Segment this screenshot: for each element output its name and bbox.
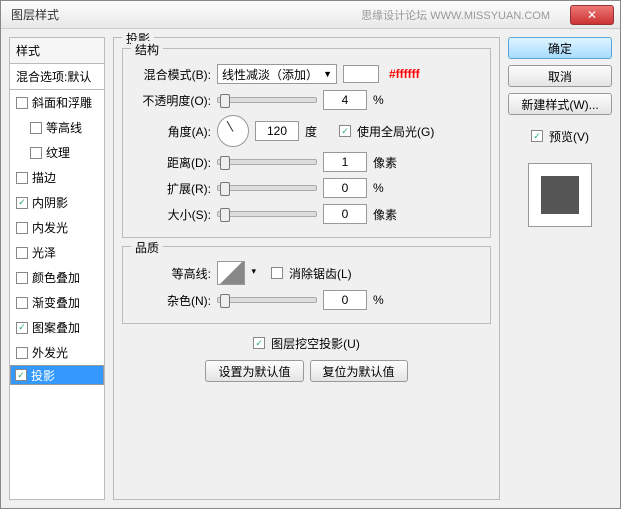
angle-unit: 度 (305, 123, 333, 140)
effect-item[interactable]: ✓ 投影 (10, 365, 104, 385)
layer-style-dialog: 图层样式 思缘设计论坛 WWW.MISSYUAN.COM ✕ 样式 混合选项:默… (0, 0, 621, 509)
angle-dial[interactable] (217, 115, 249, 147)
effect-item[interactable]: ✓ 内阴影 (10, 190, 104, 215)
spread-input[interactable] (323, 178, 367, 198)
size-unit: 像素 (373, 206, 401, 223)
effect-item[interactable]: 等高线 (10, 115, 104, 140)
size-input[interactable] (323, 204, 367, 224)
dialog-body: 样式 混合选项:默认 斜面和浮雕等高线纹理描边 ✓ 内阴影内发光光泽颜色叠加渐变叠加… (1, 29, 620, 508)
reset-default-button[interactable]: 复位为默认值 (310, 360, 408, 382)
structure-group: 结构 混合模式(B): 线性减淡（添加） #ffffff 不透明度(O): % (122, 48, 491, 238)
global-light-label: 使用全局光(G) (357, 123, 434, 140)
effect-label: 内发光 (32, 219, 68, 236)
effect-label: 光泽 (32, 244, 56, 261)
cancel-button[interactable]: 取消 (508, 65, 612, 87)
opacity-input[interactable] (323, 90, 367, 110)
structure-title: 结构 (131, 41, 163, 58)
distance-slider[interactable] (217, 159, 317, 165)
close-button[interactable]: ✕ (570, 5, 614, 25)
noise-slider[interactable] (217, 297, 317, 303)
set-default-button[interactable]: 设置为默认值 (205, 360, 303, 382)
effect-label: 描边 (32, 169, 56, 186)
effect-item[interactable]: 渐变叠加 (10, 290, 104, 315)
effect-checkbox[interactable] (16, 297, 28, 309)
noise-unit: % (373, 293, 401, 307)
effect-label: 渐变叠加 (32, 294, 80, 311)
effect-checkbox[interactable] (16, 172, 28, 184)
quality-title: 品质 (131, 239, 163, 256)
contour-label: 等高线: (131, 265, 211, 282)
opacity-slider[interactable] (217, 97, 317, 103)
spread-unit: % (373, 181, 401, 195)
effect-checkbox[interactable] (16, 97, 28, 109)
opacity-unit: % (373, 93, 401, 107)
effect-item[interactable]: 颜色叠加 (10, 265, 104, 290)
effect-checkbox[interactable]: ✓ (16, 197, 28, 209)
global-light-checkbox[interactable]: ✓ (339, 125, 351, 137)
size-slider[interactable] (217, 211, 317, 217)
knockout-label: 图层挖空投影(U) (271, 335, 360, 352)
blend-mode-label: 混合模式(B): (131, 66, 211, 83)
watermark: 思缘设计论坛 WWW.MISSYUAN.COM (361, 7, 550, 23)
distance-unit: 像素 (373, 154, 401, 171)
quality-group: 品质 等高线: 消除锯齿(L) 杂色(N): % (122, 246, 491, 324)
sidebar-blend-options[interactable]: 混合选项:默认 (9, 64, 105, 90)
ok-button[interactable]: 确定 (508, 37, 612, 59)
antialias-label: 消除锯齿(L) (289, 265, 352, 282)
effect-checkbox[interactable] (16, 222, 28, 234)
effect-item[interactable]: 斜面和浮雕 (10, 90, 104, 115)
effect-item[interactable]: 内发光 (10, 215, 104, 240)
preview-box (528, 163, 592, 227)
panel-outer: 投影 结构 混合模式(B): 线性减淡（添加） #ffffff 不透明度(O):… (113, 37, 500, 500)
new-style-button[interactable]: 新建样式(W)... (508, 93, 612, 115)
effect-checkbox[interactable] (30, 147, 42, 159)
effect-label: 内阴影 (32, 194, 68, 211)
spread-slider[interactable] (217, 185, 317, 191)
effect-label: 颜色叠加 (32, 269, 80, 286)
noise-label: 杂色(N): (131, 292, 211, 309)
angle-input[interactable] (255, 121, 299, 141)
preview-label: 预览(V) (549, 128, 589, 145)
size-label: 大小(S): (131, 206, 211, 223)
styles-sidebar: 样式 混合选项:默认 斜面和浮雕等高线纹理描边 ✓ 内阴影内发光光泽颜色叠加渐变叠加… (9, 37, 105, 500)
opacity-label: 不透明度(O): (131, 92, 211, 109)
effect-item[interactable]: 纹理 (10, 140, 104, 165)
effect-checkbox[interactable] (16, 272, 28, 284)
preview-swatch (541, 176, 579, 214)
angle-label: 角度(A): (131, 123, 211, 140)
titlebar[interactable]: 图层样式 思缘设计论坛 WWW.MISSYUAN.COM ✕ (1, 1, 620, 29)
effect-label: 斜面和浮雕 (32, 94, 92, 111)
color-swatch[interactable] (343, 65, 379, 83)
effect-item[interactable]: ✓ 图案叠加 (10, 315, 104, 340)
knockout-checkbox[interactable]: ✓ (253, 337, 265, 349)
color-hex: #ffffff (389, 67, 420, 81)
effect-item[interactable]: 外发光 (10, 340, 104, 365)
contour-picker[interactable] (217, 261, 245, 285)
effect-item[interactable]: 光泽 (10, 240, 104, 265)
noise-input[interactable] (323, 290, 367, 310)
effect-label: 等高线 (46, 119, 82, 136)
spread-label: 扩展(R): (131, 180, 211, 197)
distance-input[interactable] (323, 152, 367, 172)
effect-label: 外发光 (32, 344, 68, 361)
effect-label: 图案叠加 (32, 319, 80, 336)
effect-checkbox[interactable] (16, 247, 28, 259)
blend-mode-select[interactable]: 线性减淡（添加） (217, 64, 337, 84)
effect-checkbox[interactable] (16, 347, 28, 359)
close-icon: ✕ (587, 8, 597, 22)
effect-checkbox[interactable]: ✓ (15, 369, 27, 381)
antialias-checkbox[interactable] (271, 267, 283, 279)
effect-item[interactable]: 描边 (10, 165, 104, 190)
effect-label: 纹理 (46, 144, 70, 161)
sidebar-header[interactable]: 样式 (9, 37, 105, 64)
effect-checkbox[interactable] (30, 122, 42, 134)
effect-checkbox[interactable]: ✓ (16, 322, 28, 334)
preview-checkbox[interactable]: ✓ (531, 130, 543, 142)
effect-panel: 投影 结构 混合模式(B): 线性减淡（添加） #ffffff 不透明度(O):… (113, 37, 500, 500)
effect-label: 投影 (31, 367, 55, 384)
effects-list: 斜面和浮雕等高线纹理描边 ✓ 内阴影内发光光泽颜色叠加渐变叠加 ✓ 图案叠加外发光 ✓ 投影 (9, 90, 105, 500)
distance-label: 距离(D): (131, 154, 211, 171)
right-panel: 确定 取消 新建样式(W)... ✓ 预览(V) (508, 37, 612, 500)
